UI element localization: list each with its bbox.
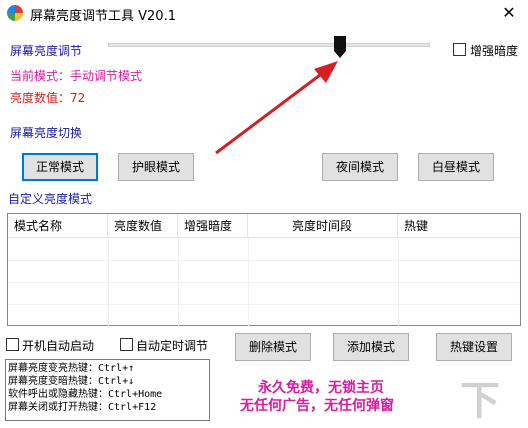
- table-header: 模式名称 亮度数值 增强暗度 亮度时间段 热键: [8, 214, 520, 238]
- table-column-divider: [108, 238, 109, 326]
- current-mode-text: 当前模式：手动调节模式: [10, 69, 143, 83]
- title-bar[interactable]: 屏幕亮度调节工具 V20.1 ✕: [0, 0, 528, 26]
- mode-switch-section-label: 屏幕亮度切换: [10, 126, 83, 140]
- eye-care-mode-button[interactable]: 护眼模式: [118, 153, 194, 181]
- hotkey-line-darker: 屏幕亮度变暗热键：Ctrl+↓: [8, 376, 135, 387]
- brightness-slider-track[interactable]: [108, 43, 430, 47]
- hotkey-line-brighter: 屏幕亮度变亮热键：Ctrl+↑: [8, 363, 135, 374]
- autostart-label: 开机自动启动: [22, 339, 95, 353]
- brightness-section-label: 屏幕亮度调节: [10, 44, 83, 58]
- table-column-divider: [398, 238, 399, 326]
- hotkey-line-screen-power: 屏幕关闭或打开热键：Ctrl+F12: [8, 402, 157, 413]
- delete-mode-button[interactable]: 删除模式: [235, 333, 311, 361]
- app-logo-icon: [7, 5, 23, 21]
- daylight-mode-button[interactable]: 白昼模式: [418, 153, 494, 181]
- column-header-enhance-dark[interactable]: 增强暗度: [178, 214, 248, 238]
- column-header-time-range[interactable]: 亮度时间段: [248, 214, 398, 238]
- promo-line-2: 无任何广告，无任何弹窗: [240, 398, 394, 414]
- app-window: 屏幕亮度调节工具 V20.1 ✕ 屏幕亮度调节 增强暗度 当前模式：手动调节模式…: [0, 0, 528, 428]
- promo-line-1: 永久免费，无锁主页: [258, 380, 384, 396]
- table-row-divider: [8, 304, 520, 305]
- brightness-value-text: 亮度数值：72: [10, 91, 86, 105]
- window-title: 屏幕亮度调节工具 V20.1: [30, 9, 176, 24]
- auto-timer-label: 自动定时调节: [136, 339, 209, 353]
- table-row-divider: [8, 260, 520, 261]
- autostart-checkbox[interactable]: [6, 338, 19, 351]
- enhance-dark-checkbox[interactable]: [453, 43, 466, 56]
- auto-timer-checkbox[interactable]: [120, 338, 133, 351]
- annotation-arrow-icon: [215, 61, 338, 155]
- column-header-mode-name[interactable]: 模式名称: [8, 214, 108, 238]
- table-column-divider: [248, 238, 249, 326]
- night-mode-button[interactable]: 夜间模式: [322, 153, 398, 181]
- custom-mode-section-label: 自定义亮度模式: [8, 192, 93, 206]
- normal-mode-button[interactable]: 正常模式: [22, 153, 98, 181]
- hotkey-info-box: 屏幕亮度变亮热键：Ctrl+↑ 屏幕亮度变暗热键：Ctrl+↓ 软件呼出或隐藏热…: [5, 359, 210, 421]
- add-mode-button[interactable]: 添加模式: [333, 333, 409, 361]
- watermark-logo: 下载吧: [460, 378, 500, 424]
- hotkey-settings-button[interactable]: 热键设置: [436, 333, 512, 361]
- column-header-brightness[interactable]: 亮度数值: [108, 214, 178, 238]
- column-header-hotkey[interactable]: 热键: [398, 214, 521, 238]
- hotkey-line-toggle-window: 软件呼出或隐藏热键：Ctrl+Home: [8, 389, 163, 400]
- table-column-divider: [178, 238, 179, 326]
- table-row-divider: [8, 282, 520, 283]
- close-button[interactable]: ✕: [490, 0, 528, 26]
- custom-mode-table[interactable]: 模式名称 亮度数值 增强暗度 亮度时间段 热键: [7, 213, 521, 326]
- enhance-dark-label: 增强暗度: [470, 44, 519, 58]
